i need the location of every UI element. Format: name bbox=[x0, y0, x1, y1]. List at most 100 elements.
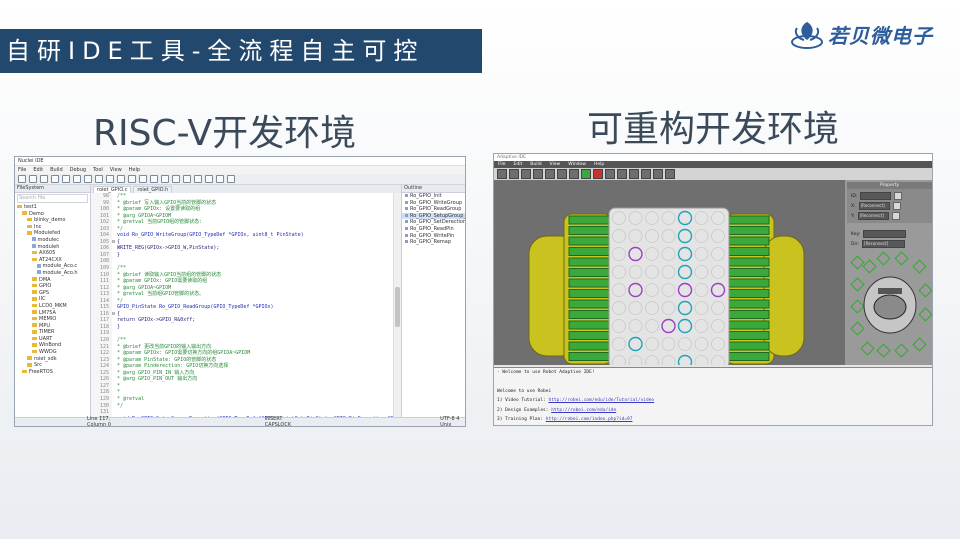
rc-toolbar-button-icon[interactable] bbox=[653, 169, 663, 179]
toolbar-button-icon[interactable] bbox=[18, 175, 26, 183]
console-link[interactable]: http://robei.com/edu/ide bbox=[551, 408, 616, 413]
toolbar-button-icon[interactable] bbox=[227, 175, 235, 183]
rc-toolbar-button-icon[interactable] bbox=[617, 169, 627, 179]
rc-toolbar-button-icon[interactable] bbox=[581, 169, 591, 179]
toolbar-button-icon[interactable] bbox=[95, 175, 103, 183]
property-input[interactable] bbox=[863, 230, 907, 238]
rc-toolbar-button-icon[interactable] bbox=[665, 169, 675, 179]
toolbar-button-icon[interactable] bbox=[216, 175, 224, 183]
tree-item[interactable]: Demo bbox=[15, 211, 90, 218]
tree-item[interactable]: module_Aco.h bbox=[15, 270, 90, 277]
ide-menu-item[interactable]: Edit bbox=[33, 167, 43, 173]
rc-menu-item[interactable]: Window bbox=[568, 161, 586, 168]
rc-toolbar-button-icon[interactable] bbox=[521, 169, 531, 179]
console-link[interactable]: http://robei.com/index.php?id=97 bbox=[546, 417, 633, 422]
toolbar-button-icon[interactable] bbox=[205, 175, 213, 183]
tree-item[interactable]: AT24CXX bbox=[15, 257, 90, 264]
tree-item[interactable]: GPS bbox=[15, 290, 90, 297]
tree-item[interactable]: MEMIO bbox=[15, 316, 90, 323]
ide-menu-item[interactable]: File bbox=[18, 167, 26, 173]
tree-item[interactable]: Src bbox=[15, 362, 90, 369]
tree-item[interactable]: Inc bbox=[15, 224, 90, 231]
outline-item[interactable]: Ro_GPIO_ReadGroup bbox=[402, 206, 465, 213]
rc-toolbar-button-icon[interactable] bbox=[629, 169, 639, 179]
tree-item[interactable]: TIMER bbox=[15, 329, 90, 336]
rc-toolbar-button-icon[interactable] bbox=[545, 169, 555, 179]
scroll-thumb[interactable] bbox=[395, 287, 400, 327]
rc-toolbar-button-icon[interactable] bbox=[605, 169, 615, 179]
toolbar-button-icon[interactable] bbox=[84, 175, 92, 183]
tree-item[interactable]: FreeRTOS bbox=[15, 369, 90, 376]
tree-item[interactable]: roiet_sdk bbox=[15, 356, 90, 363]
tree-item[interactable]: UART bbox=[15, 336, 90, 343]
outline-item[interactable]: Ro_GPIO_WritePin bbox=[402, 233, 465, 240]
rc-menu-item[interactable]: File bbox=[498, 161, 506, 168]
rc-menu-item[interactable]: Build bbox=[530, 161, 541, 168]
toolbar-button-icon[interactable] bbox=[73, 175, 81, 183]
tree-item[interactable]: test1 bbox=[15, 204, 90, 211]
rc-toolbar-button-icon[interactable] bbox=[533, 169, 543, 179]
property-input[interactable]: [Reconnect] bbox=[862, 240, 906, 248]
rc-menu-item[interactable]: View bbox=[550, 161, 561, 168]
tree-item[interactable]: WWDG bbox=[15, 349, 90, 356]
rc-toolbar-button-icon[interactable] bbox=[509, 169, 519, 179]
rc-toolbar-button-icon[interactable] bbox=[557, 169, 567, 179]
tree-item[interactable]: LM75A bbox=[15, 310, 90, 317]
toolbar-button-icon[interactable] bbox=[117, 175, 125, 183]
rc-toolbar-button-icon[interactable] bbox=[497, 169, 507, 179]
file-search-input[interactable]: Search file bbox=[17, 194, 88, 203]
tree-item[interactable]: IIC bbox=[15, 296, 90, 303]
toolbar-button-icon[interactable] bbox=[106, 175, 114, 183]
property-button[interactable] bbox=[894, 192, 903, 200]
property-input[interactable] bbox=[860, 192, 892, 200]
tree-item[interactable]: modulec bbox=[15, 237, 90, 244]
outline-item[interactable]: Ro_GPIO_SetDerection bbox=[402, 219, 465, 226]
toolbar-button-icon[interactable] bbox=[29, 175, 37, 183]
toolbar-button-icon[interactable] bbox=[194, 175, 202, 183]
ide-menu-item[interactable]: Help bbox=[129, 167, 140, 173]
ide-menu-item[interactable]: View bbox=[110, 167, 122, 173]
tree-item[interactable]: blinky_demo bbox=[15, 217, 90, 224]
toolbar-button-icon[interactable] bbox=[150, 175, 158, 183]
toolbar-button-icon[interactable] bbox=[51, 175, 59, 183]
tree-item[interactable]: AX605 bbox=[15, 250, 90, 257]
tree-item[interactable]: GPIO bbox=[15, 283, 90, 290]
outline-item[interactable]: Ro_GPIO_SetupGroup_Derection bbox=[402, 212, 465, 220]
outline-item[interactable]: Ro_GPIO_Remap bbox=[402, 239, 465, 246]
toolbar-button-icon[interactable] bbox=[139, 175, 147, 183]
toolbar-button-icon[interactable] bbox=[161, 175, 169, 183]
ide-menu-item[interactable]: Build bbox=[50, 167, 63, 173]
code-area[interactable]: 98/** 99 * @brief 写入输入GPIO当前的管脚的状态 100 * @… bbox=[91, 193, 401, 418]
tree-item[interactable]: module_Aco.c bbox=[15, 263, 90, 270]
tree-item[interactable]: Modulefed bbox=[15, 230, 90, 237]
toolbar-button-icon[interactable] bbox=[128, 175, 136, 183]
editor-tab[interactable]: roiet_GPIO.c bbox=[93, 186, 132, 193]
rc-menu-item[interactable]: Edit bbox=[514, 161, 523, 168]
outline-item[interactable]: Ro_GPIO_ReadPin bbox=[402, 226, 465, 233]
rc-toolbar-button-icon[interactable] bbox=[569, 169, 579, 179]
property-button[interactable] bbox=[891, 212, 900, 220]
tree-item[interactable]: moduleh bbox=[15, 244, 90, 251]
ide-menu-item[interactable]: Tool bbox=[93, 167, 103, 173]
ide-menu-item[interactable]: Debug bbox=[70, 167, 86, 173]
code-editor[interactable]: roiet_GPIO.c roiet_GPIO.h 98/** 99 * @brie… bbox=[91, 185, 401, 418]
tree-item[interactable]: LCD0_MKM bbox=[15, 303, 90, 310]
rc-menu-item[interactable]: Help bbox=[594, 161, 604, 168]
property-input[interactable]: [Reconnect] bbox=[858, 202, 890, 210]
outline-item[interactable]: Ro_GPIO_WriteGroup bbox=[402, 200, 465, 207]
toolbar-button-icon[interactable] bbox=[183, 175, 191, 183]
toolbar-button-icon[interactable] bbox=[62, 175, 70, 183]
outline-item[interactable]: Ro_GPIO_Init bbox=[402, 193, 465, 200]
tree-item[interactable]: DMA bbox=[15, 277, 90, 284]
toolbar-button-icon[interactable] bbox=[172, 175, 180, 183]
console-link[interactable]: http://robei.com/edu/ide/Tutorial/video bbox=[548, 398, 654, 403]
tree-item[interactable]: WinBond bbox=[15, 342, 90, 349]
property-input[interactable]: [Reconnect] bbox=[857, 212, 889, 220]
toolbar-button-icon[interactable] bbox=[40, 175, 48, 183]
editor-scrollbar[interactable] bbox=[393, 193, 401, 418]
rc-toolbar-button-icon[interactable] bbox=[641, 169, 651, 179]
property-button[interactable] bbox=[892, 202, 901, 210]
rc-canvas[interactable] bbox=[494, 180, 845, 370]
editor-tab[interactable]: roiet_GPIO.h bbox=[133, 186, 173, 193]
tree-item[interactable]: MPU bbox=[15, 323, 90, 330]
